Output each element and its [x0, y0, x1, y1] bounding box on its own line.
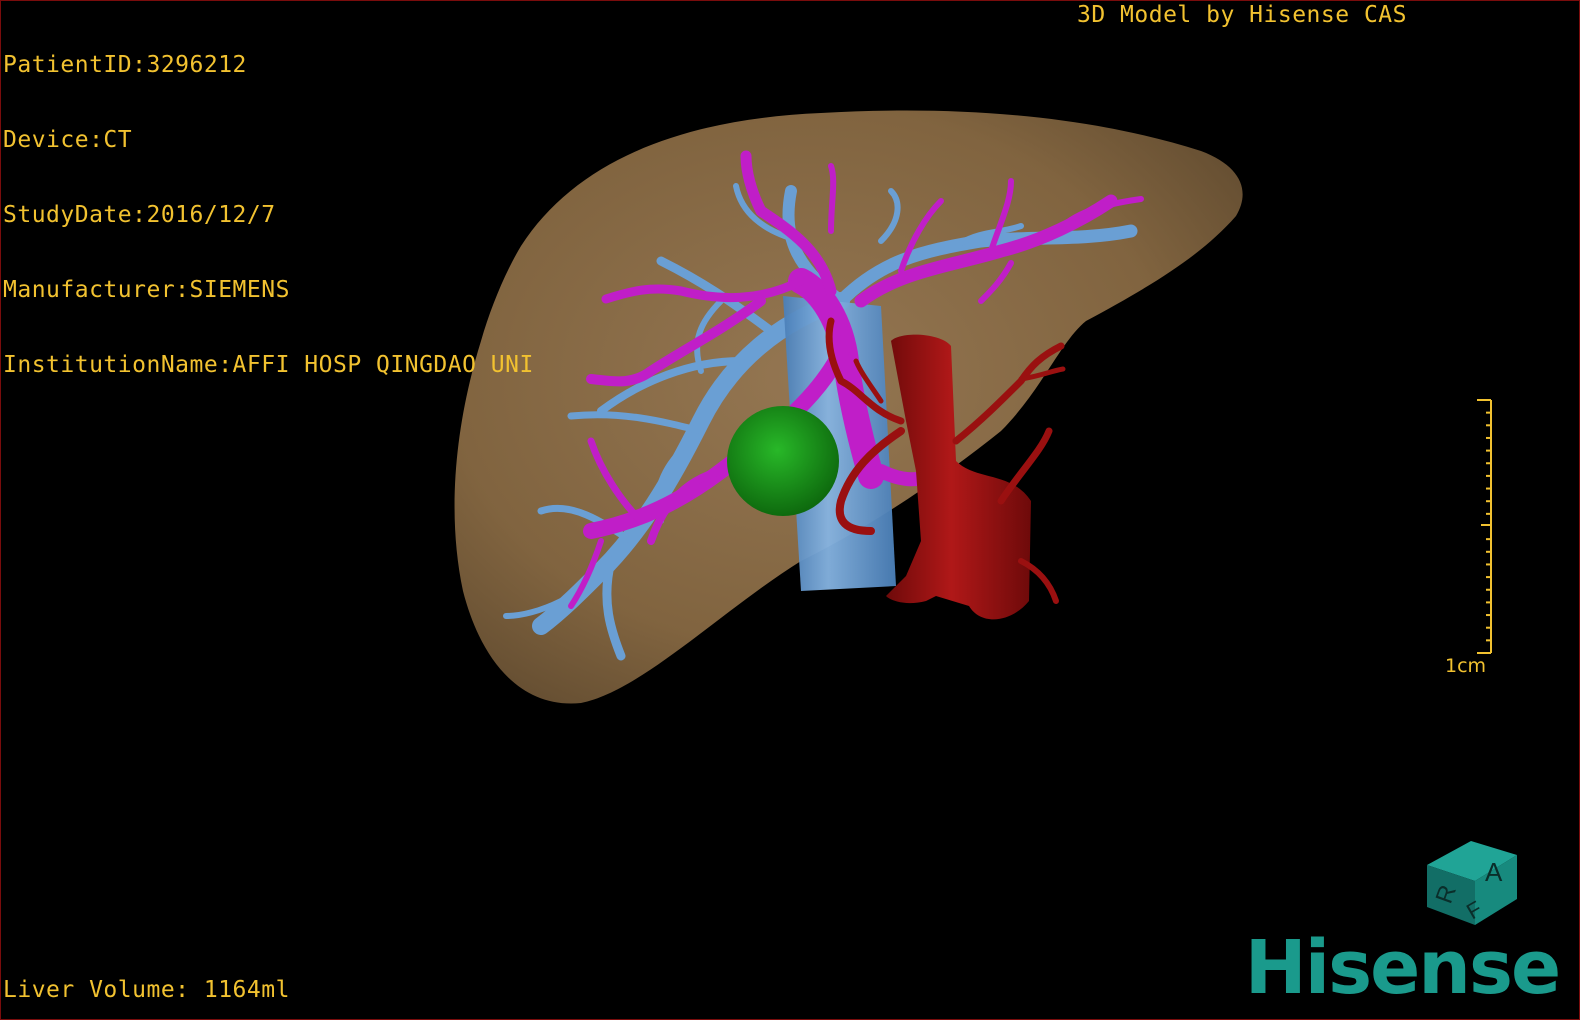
scale-bar: [1477, 399, 1492, 654]
study-date: StudyDate:2016/12/7: [3, 202, 276, 228]
cube-label-a: A: [1485, 857, 1503, 887]
hisense-logo: Hisense: [1244, 925, 1561, 1011]
liver-volume: Liver Volume: 1164ml: [3, 977, 290, 1003]
tumor: [727, 406, 839, 516]
institution-name: InstitutionName:AFFI HOSP QINGDAO UNI: [3, 352, 534, 378]
patient-id: PatientID:3296212: [3, 52, 247, 78]
manufacturer: Manufacturer:SIEMENS: [3, 277, 290, 303]
device: Device:CT: [3, 127, 133, 153]
app-title: 3D Model by Hisense CAS: [1077, 2, 1407, 28]
orientation-cube[interactable]: A R F: [1417, 833, 1523, 933]
render-viewport[interactable]: PatientID:3296212 Device:CT StudyDate:20…: [0, 0, 1580, 1020]
scale-bar-label: 1cm: [1445, 655, 1487, 677]
dicom-info-panel: PatientID:3296212 Device:CT StudyDate:20…: [3, 3, 534, 428]
